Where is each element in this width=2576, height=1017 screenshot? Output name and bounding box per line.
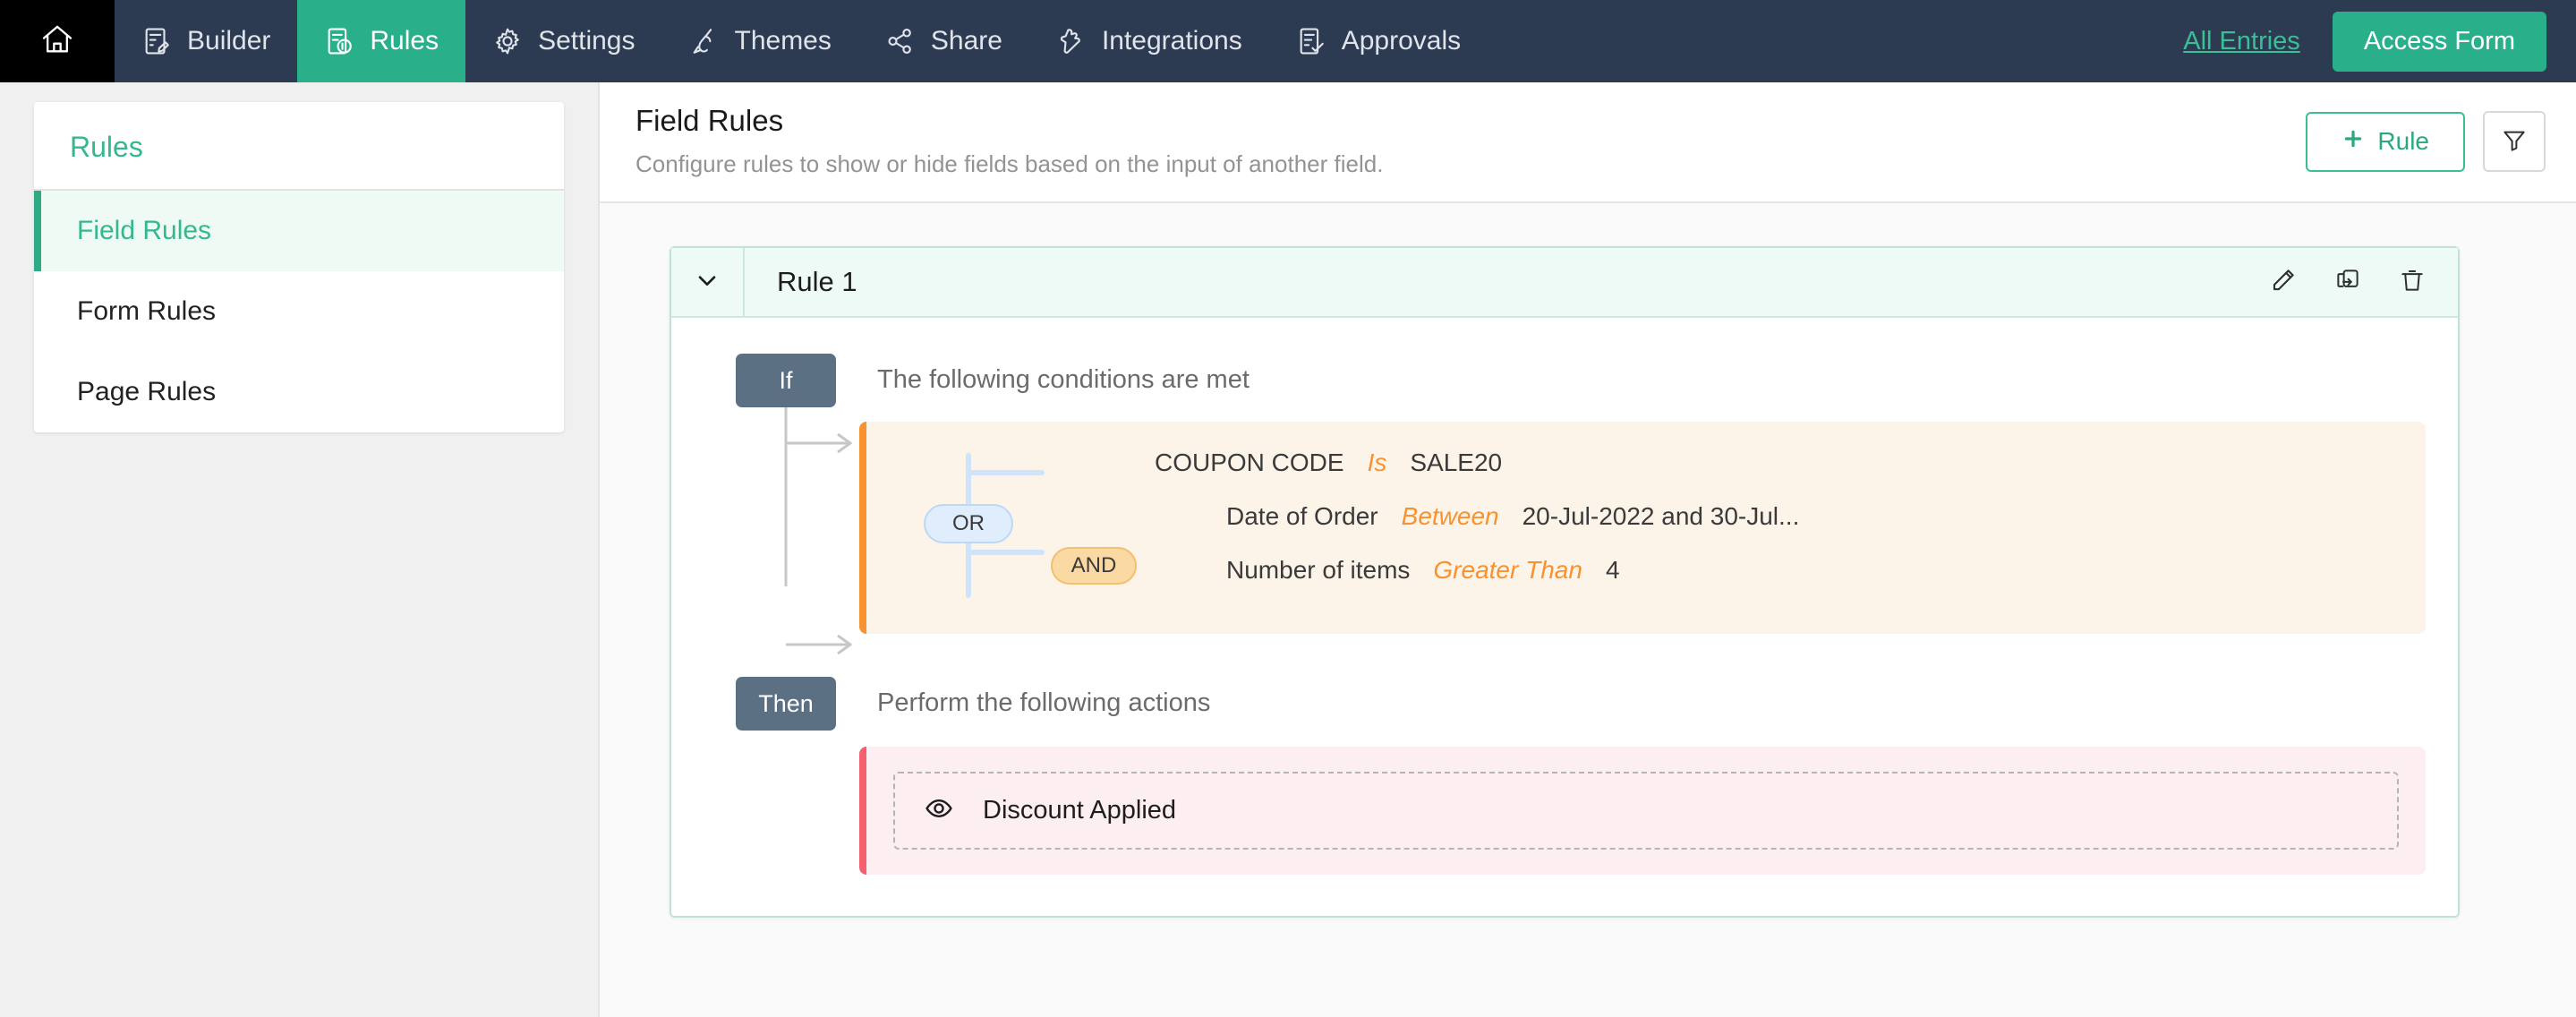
nav-label-rules: Rules — [370, 26, 439, 56]
top-navigation-bar: Builder Rules Settings Themes Share Inte… — [0, 0, 2576, 82]
gear-icon — [492, 26, 523, 56]
nav-right-actions: All Entries Access Form — [2183, 0, 2576, 82]
conditions-panel: OR AND COUPON CODE Is SALE20 Date of Ord… — [859, 422, 2426, 634]
approval-checklist-icon — [1296, 26, 1326, 56]
sidebar-label-form-rules: Form Rules — [77, 296, 217, 326]
sidebar-title: Rules — [34, 102, 564, 191]
actions-wrapper: Discount Applied — [671, 731, 2458, 875]
brush-icon — [689, 26, 720, 56]
trash-icon — [2399, 267, 2426, 298]
nav-label-settings: Settings — [538, 26, 635, 56]
page-subtitle: Configure rules to show or hide fields b… — [635, 150, 1384, 177]
add-rule-button[interactable]: Rule — [2306, 111, 2465, 172]
conditions-wrapper: OR AND COUPON CODE Is SALE20 Date of Ord… — [671, 407, 2458, 634]
then-description: Perform the following actions — [877, 688, 1211, 717]
nav-label-themes: Themes — [734, 26, 832, 56]
condition-value: 20-Jul-2022 and 30-Jul... — [1522, 502, 1800, 530]
sidebar-region: Rules Field Rules Form Rules Page Rules — [0, 82, 598, 1017]
nav-item-rules[interactable]: Rules — [297, 0, 466, 82]
rule-card-actions — [2270, 248, 2458, 316]
page-layout: Rules Field Rules Form Rules Page Rules … — [0, 82, 2576, 1017]
plus-icon — [2341, 127, 2365, 157]
nav-label-builder: Builder — [187, 26, 271, 56]
action-label: Discount Applied — [983, 796, 1177, 825]
nav-item-share[interactable]: Share — [858, 0, 1029, 82]
condition-rows: COUPON CODE Is SALE20 Date of Order Betw… — [1085, 445, 2426, 611]
access-form-button[interactable]: Access Form — [2332, 11, 2546, 72]
nav-item-integrations[interactable]: Integrations — [1029, 0, 1269, 82]
condition-field: COUPON CODE — [1155, 449, 1344, 476]
then-badge-row: Then Perform the following actions — [671, 677, 2458, 731]
if-badge[interactable]: If — [736, 354, 836, 407]
filter-button[interactable] — [2483, 111, 2546, 172]
logic-operator-and[interactable]: AND — [1051, 547, 1137, 585]
nav-label-integrations: Integrations — [1101, 26, 1242, 56]
nav-item-settings[interactable]: Settings — [465, 0, 661, 82]
condition-field: Number of items — [1226, 556, 1411, 584]
rule-title: Rule 1 — [777, 266, 857, 297]
condition-operator: Is — [1367, 449, 1387, 476]
nav-item-approvals[interactable]: Approvals — [1269, 0, 1488, 82]
condition-row[interactable]: Date of Order Between 20-Jul-2022 and 30… — [1085, 502, 2426, 556]
content-header: Field Rules Configure rules to show or h… — [600, 82, 2576, 203]
main-content: Field Rules Configure rules to show or h… — [598, 82, 2576, 1017]
rule-card: Rule 1 If The following conditions are m… — [670, 246, 2460, 918]
sidebar-label-field-rules: Field Rules — [77, 216, 212, 245]
nav-label-approvals: Approvals — [1341, 26, 1462, 56]
if-description: The following conditions are met — [877, 365, 1250, 394]
rules-list-region: Rule 1 If The following conditions are m… — [600, 203, 2576, 1017]
condition-value: SALE20 — [1410, 449, 1503, 476]
all-entries-link[interactable]: All Entries — [2183, 27, 2300, 56]
nav-item-builder[interactable]: Builder — [115, 0, 297, 82]
page-title: Field Rules — [635, 104, 784, 137]
action-item[interactable]: Discount Applied — [893, 772, 2399, 850]
sidebar-item-page-rules[interactable]: Page Rules — [34, 352, 564, 432]
share-icon — [885, 26, 916, 56]
then-badge[interactable]: Then — [736, 677, 836, 731]
nav-label-share: Share — [930, 26, 1002, 56]
home-icon — [39, 21, 75, 62]
rules-sidebar: Rules Field Rules Form Rules Page Rules — [34, 102, 564, 432]
rule-collapse-toggle[interactable] — [671, 248, 745, 316]
pencil-icon — [2270, 267, 2297, 298]
header-actions: Rule — [2306, 104, 2546, 172]
logic-operator-or[interactable]: OR — [924, 504, 1013, 543]
edit-rule-button[interactable] — [2270, 267, 2297, 298]
condition-row[interactable]: COUPON CODE Is SALE20 — [1085, 449, 2426, 502]
sidebar-item-field-rules[interactable]: Field Rules — [34, 191, 564, 271]
condition-operator: Greater Than — [1433, 556, 1582, 584]
sidebar-label-page-rules: Page Rules — [77, 377, 217, 406]
rules-icon — [324, 26, 354, 56]
rule-card-header: Rule 1 — [671, 248, 2458, 318]
condition-row[interactable]: Number of items Greater Than 4 — [1085, 556, 2426, 610]
form-builder-icon — [141, 26, 172, 56]
sidebar-item-form-rules[interactable]: Form Rules — [34, 271, 564, 352]
nav-item-themes[interactable]: Themes — [662, 0, 858, 82]
if-badge-row: If The following conditions are met — [671, 354, 2458, 407]
conditions-inner: OR AND COUPON CODE Is SALE20 Date of Ord… — [866, 445, 2426, 611]
eye-icon — [924, 793, 954, 828]
add-rule-label: Rule — [2377, 127, 2429, 155]
duplicate-icon — [2334, 267, 2361, 298]
home-button[interactable] — [0, 0, 115, 82]
rule-card-body: If The following conditions are met OR A… — [671, 318, 2458, 916]
puzzle-icon — [1056, 26, 1087, 56]
funnel-icon — [2501, 127, 2528, 157]
condition-operator: Between — [1401, 502, 1499, 530]
then-section: Then Perform the following actions Disco… — [671, 677, 2458, 875]
logic-connectors: OR AND — [866, 445, 1173, 611]
condition-value: 4 — [1605, 556, 1620, 584]
header-text-group: Field Rules Configure rules to show or h… — [635, 104, 1383, 178]
actions-panel: Discount Applied — [859, 747, 2426, 875]
duplicate-rule-button[interactable] — [2334, 267, 2361, 298]
if-section: If The following conditions are met OR A… — [671, 354, 2458, 634]
delete-rule-button[interactable] — [2399, 267, 2426, 298]
condition-field: Date of Order — [1226, 502, 1378, 530]
chevron-down-icon — [693, 266, 721, 299]
